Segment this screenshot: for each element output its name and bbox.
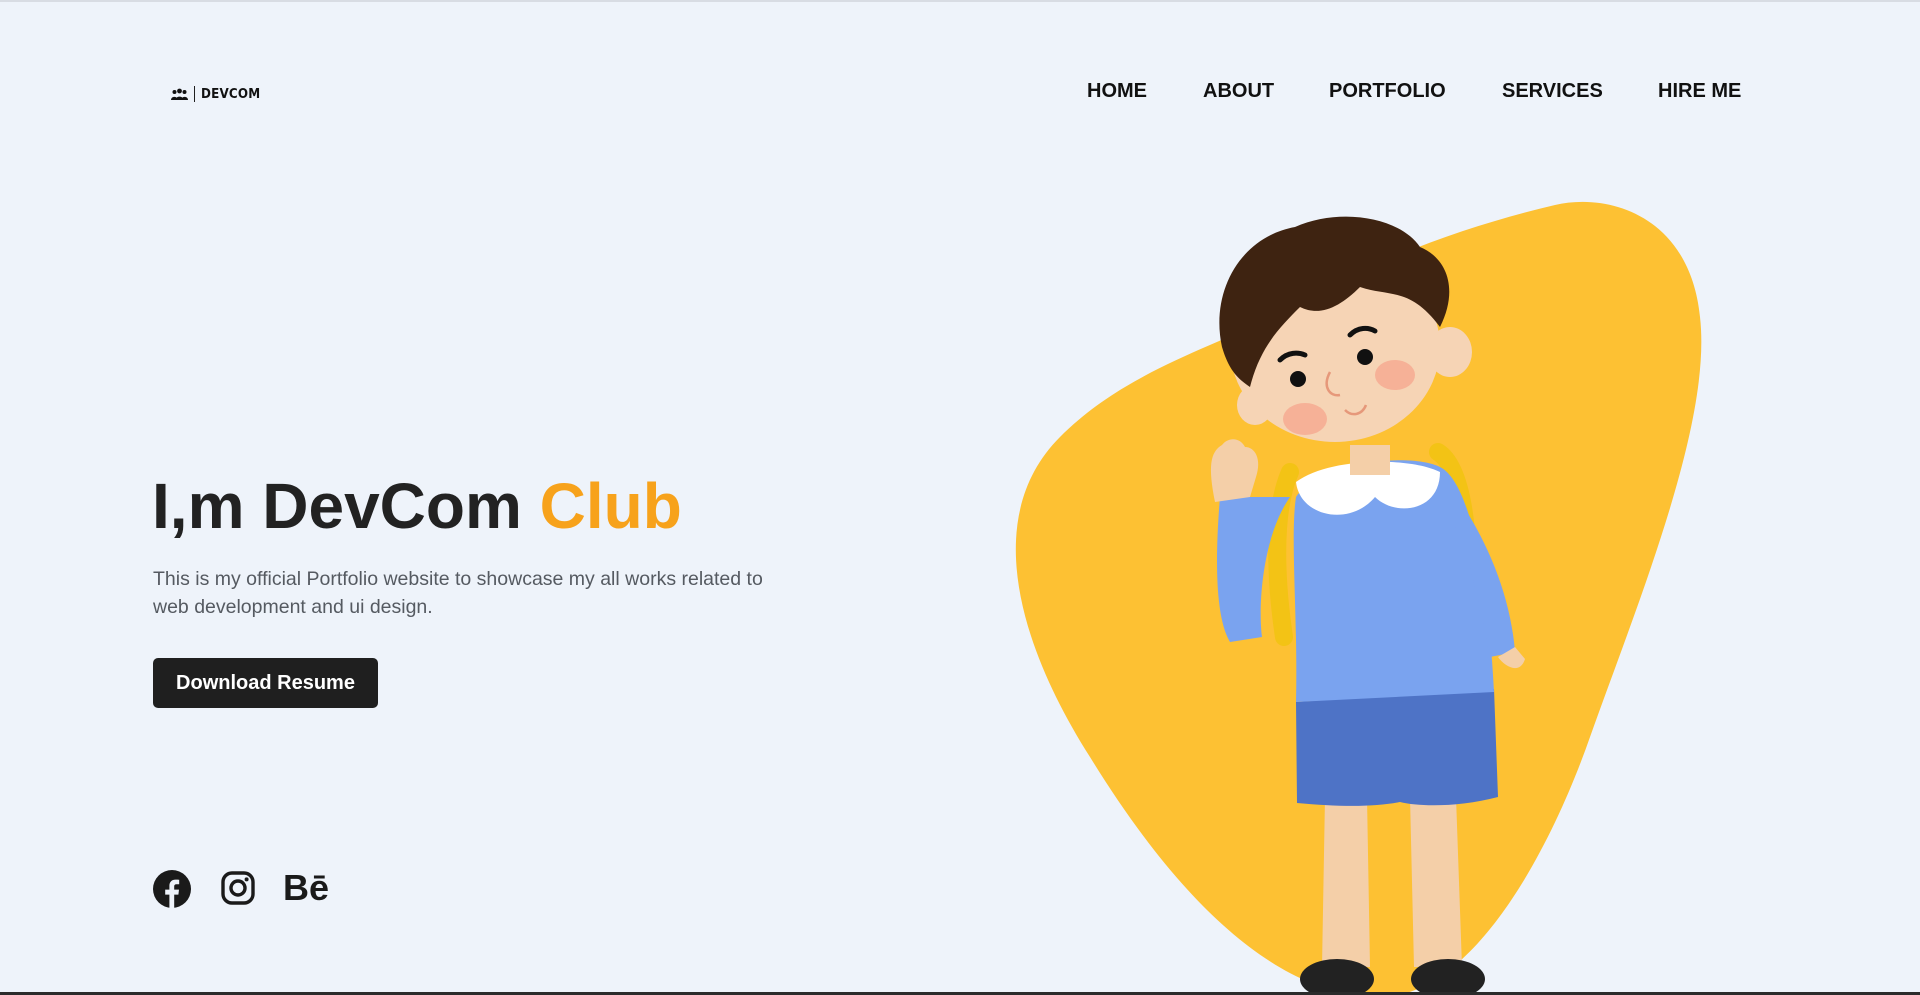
nav-hire-me[interactable]: HIRE ME (1658, 80, 1741, 103)
page: DEVCOM HOME ABOUT PORTFOLIO SERVICES HIR… (0, 0, 1920, 995)
logo-divider (194, 86, 195, 102)
hero-description: This is my official Portfolio website to… (153, 568, 763, 618)
logo-text: DEVCOM (201, 86, 261, 102)
logo[interactable]: DEVCOM (171, 84, 265, 104)
hero-illustration (1015, 201, 1702, 995)
facebook-icon[interactable] (153, 870, 191, 908)
behance-icon[interactable]: Bē (283, 868, 329, 908)
nav-home[interactable]: HOME (1087, 80, 1147, 103)
hero-title-main: I,m DevCom (152, 470, 540, 542)
hero-title: I,m DevCom Club (152, 468, 682, 544)
nav-services[interactable]: SERVICES (1502, 80, 1603, 103)
download-resume-button[interactable]: Download Resume (153, 658, 378, 708)
nav-portfolio[interactable]: PORTFOLIO (1329, 80, 1446, 103)
users-icon (171, 88, 188, 100)
nav-about[interactable]: ABOUT (1203, 80, 1274, 103)
instagram-icon[interactable] (221, 871, 255, 905)
hero-title-accent: Club (539, 470, 682, 542)
